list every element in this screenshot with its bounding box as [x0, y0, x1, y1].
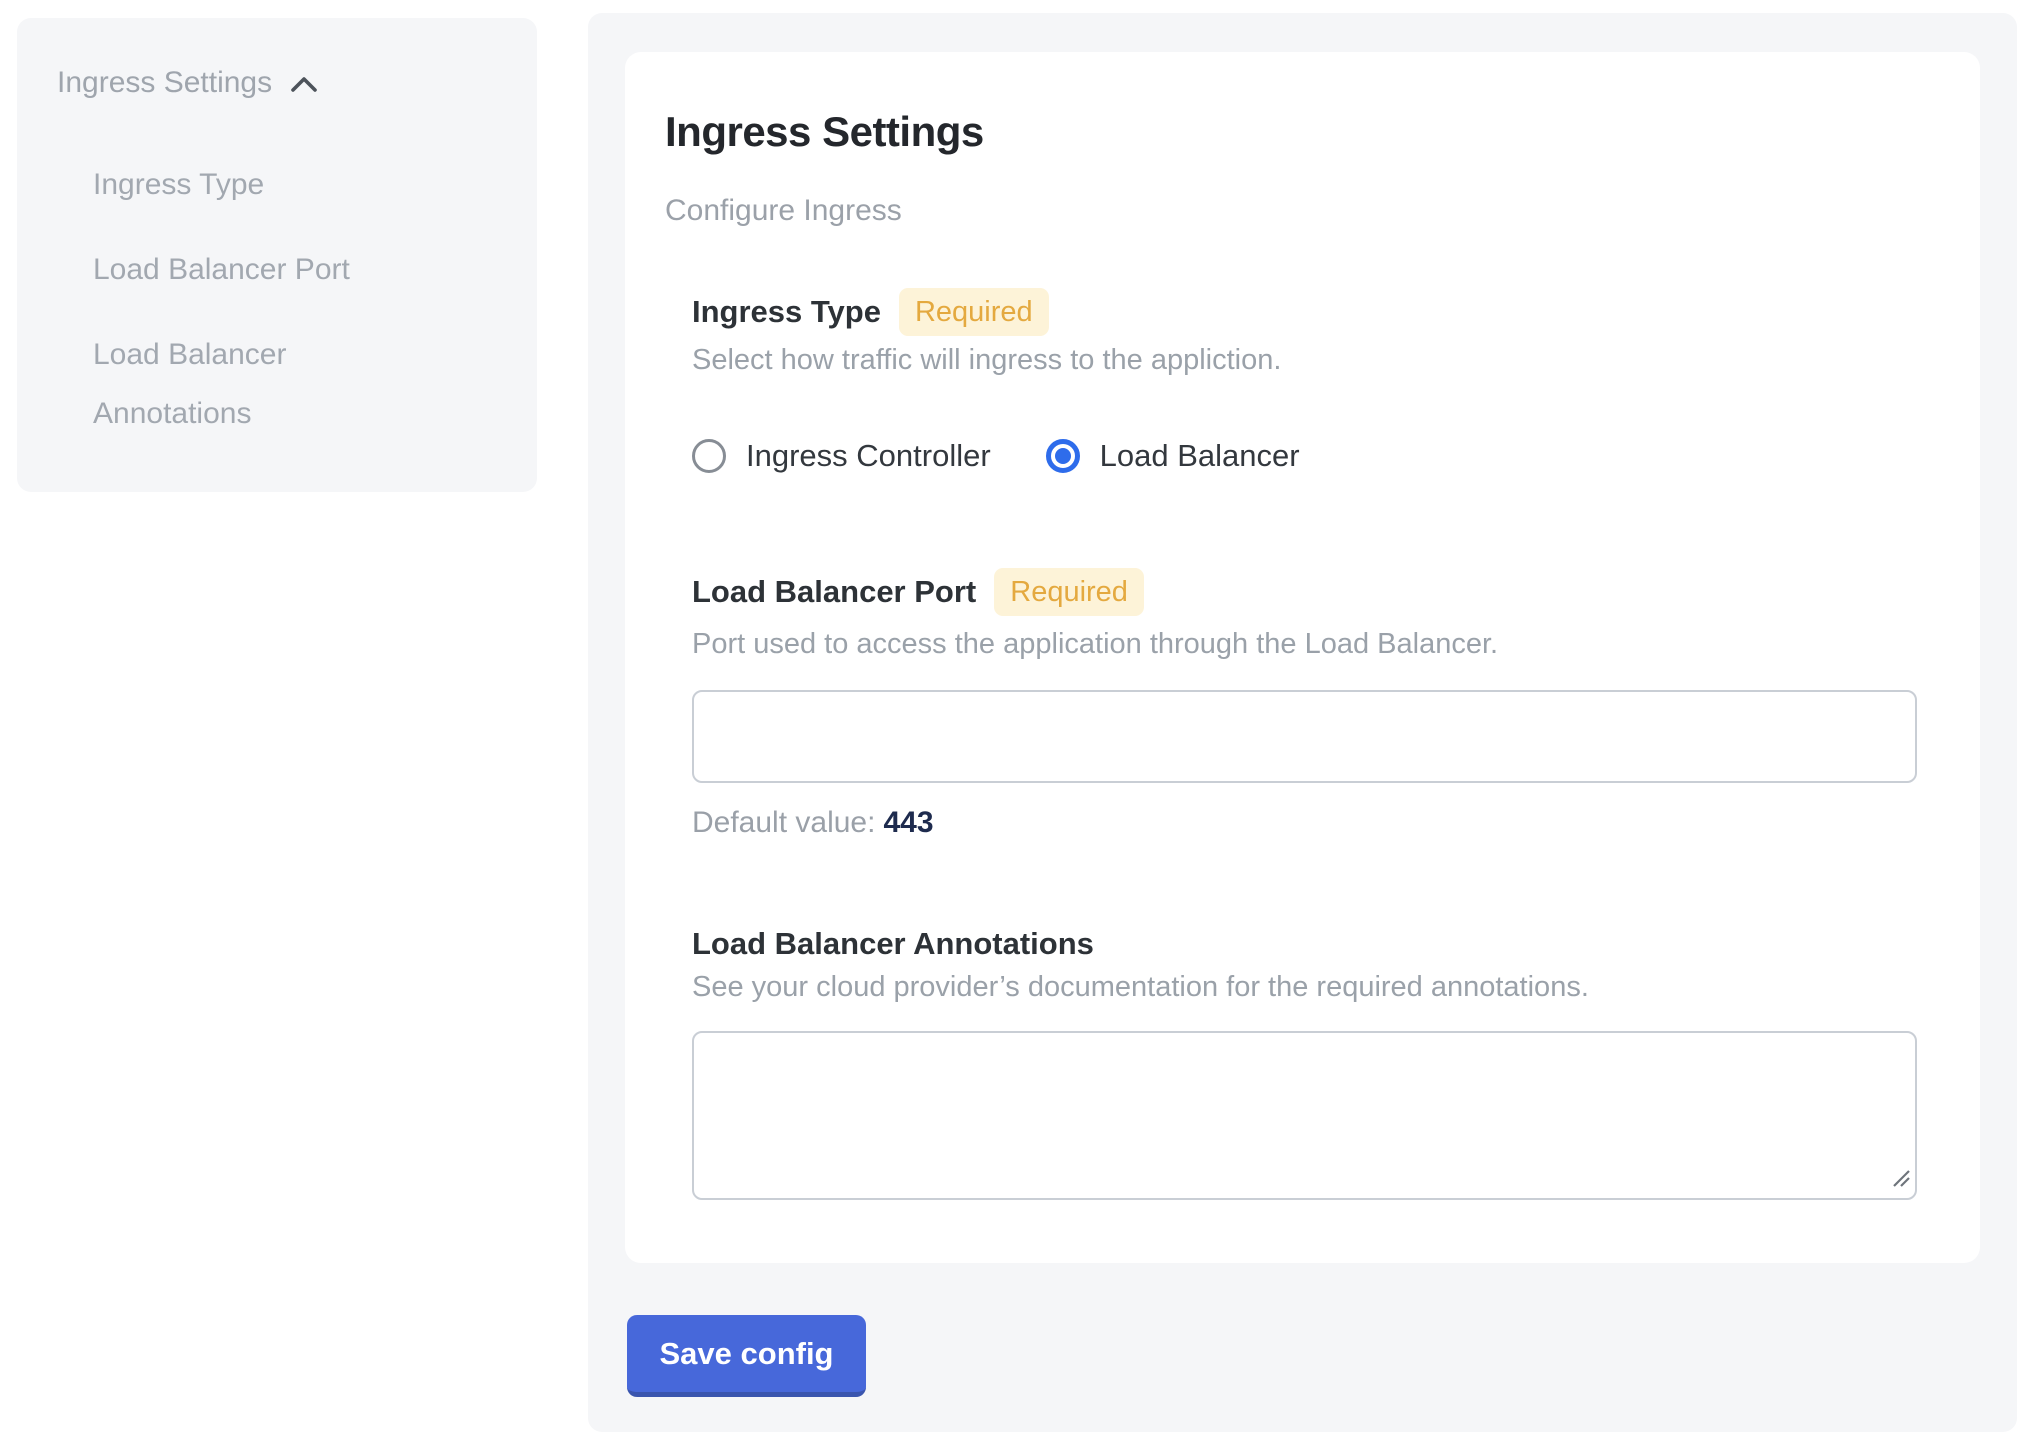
load-balancer-annotations-label: Load Balancer Annotations [692, 925, 1094, 963]
radio-option-ingress-controller[interactable]: Ingress Controller [692, 438, 991, 474]
chevron-up-icon [288, 72, 320, 98]
page-title: Ingress Settings [665, 108, 1940, 156]
ingress-type-label-row: Ingress Type Required [692, 288, 1940, 336]
sidebar-section-ingress-settings[interactable]: Ingress Settings [57, 66, 537, 100]
default-value-hint: Default value:443 [692, 805, 1940, 841]
radio-checked-icon[interactable] [1046, 439, 1080, 473]
load-balancer-annotations-field [692, 1031, 1917, 1200]
radio-unchecked-icon[interactable] [692, 439, 726, 473]
load-balancer-port-label: Load Balancer Port [692, 573, 976, 611]
load-balancer-annotations-textarea[interactable] [692, 1031, 1917, 1200]
radio-label: Ingress Controller [746, 438, 991, 474]
load-balancer-annotations-description: See your cloud provider’s documentation … [692, 969, 1940, 1005]
required-badge: Required [994, 568, 1144, 616]
settings-outline-sidebar: Ingress Settings Ingress Type Load Balan… [17, 18, 537, 492]
default-value-label: Default value: [692, 806, 875, 839]
load-balancer-port-description: Port used to access the application thro… [692, 626, 1940, 662]
sidebar-item-load-balancer-port[interactable]: Load Balancer Port [93, 240, 433, 299]
save-config-button[interactable]: Save config [627, 1315, 866, 1397]
ingress-type-radio-group: Ingress Controller Load Balancer [692, 438, 1940, 474]
ingress-settings-card: Ingress Settings Configure Ingress Ingre… [625, 52, 1980, 1263]
required-badge: Required [899, 288, 1049, 336]
load-balancer-port-label-row: Load Balancer Port Required [692, 568, 1940, 616]
sidebar-item-ingress-type[interactable]: Ingress Type [93, 155, 433, 214]
radio-label: Load Balancer [1100, 438, 1300, 474]
sidebar-item-list: Ingress Type Load Balancer Port Load Bal… [93, 155, 537, 443]
form-sections: Ingress Type Required Select how traffic… [692, 288, 1940, 1200]
radio-option-load-balancer[interactable]: Load Balancer [1046, 438, 1300, 474]
ingress-type-label: Ingress Type [692, 293, 881, 331]
page-subtitle: Configure Ingress [665, 193, 1940, 229]
config-main-panel: Ingress Settings Configure Ingress Ingre… [588, 13, 2017, 1432]
sidebar-section-label: Ingress Settings [57, 66, 272, 100]
load-balancer-annotations-label-row: Load Balancer Annotations [692, 925, 1940, 963]
default-value-number: 443 [883, 806, 933, 839]
load-balancer-port-input[interactable] [692, 690, 1917, 783]
sidebar-item-load-balancer-annotations[interactable]: Load Balancer Annotations [93, 325, 433, 443]
ingress-type-description: Select how traffic will ingress to the a… [692, 342, 1940, 378]
